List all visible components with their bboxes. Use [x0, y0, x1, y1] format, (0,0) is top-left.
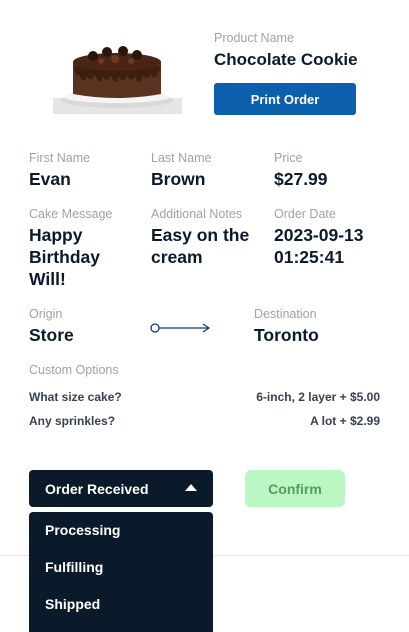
confirm-button[interactable]: Confirm: [245, 470, 345, 507]
first-name-value: Evan: [29, 169, 71, 189]
option-question: What size cake?: [29, 390, 122, 404]
order-date-value: 2023-09-13 01:25:41: [274, 225, 364, 267]
option-question: Any sprinkles?: [29, 414, 116, 428]
option-answer: A lot + $2.99: [310, 414, 380, 428]
last-name-label: Last Name: [151, 151, 212, 165]
additional-notes-label: Additional Notes: [151, 207, 243, 221]
product-name-label: Product Name: [214, 31, 294, 45]
status-selected-value: Order Received: [45, 480, 149, 497]
last-name-value: Brown: [151, 169, 206, 189]
option-answer: 6-inch, 2 layer + $5.00: [256, 390, 380, 404]
destination-label: Destination: [254, 307, 317, 321]
price-label: Price: [274, 151, 303, 165]
origin-label: Origin: [29, 307, 63, 321]
first-name-label: First Name: [29, 151, 91, 165]
order-date-label: Order Date: [274, 207, 336, 221]
status-dropdown-menu: Processing Fulfilling Shipped: [29, 512, 213, 632]
menu-item-processing[interactable]: Processing: [45, 522, 120, 538]
price-value: $27.99: [274, 169, 328, 189]
status-select[interactable]: Order Received: [29, 470, 213, 507]
cake-message-value: Happy Birthday Will!: [29, 225, 100, 289]
menu-item-shipped[interactable]: Shipped: [45, 596, 100, 612]
caret-up-icon: [185, 484, 197, 491]
menu-item-fulfilling[interactable]: Fulfilling: [45, 559, 103, 575]
cake-image: [53, 40, 182, 114]
cake-message-label: Cake Message: [29, 207, 113, 221]
additional-notes-value: Easy on the cream: [151, 225, 250, 267]
print-order-button[interactable]: Print Order: [214, 83, 356, 115]
custom-options-label: Custom Options: [29, 363, 119, 377]
product-name: Chocolate Cookie: [214, 50, 358, 69]
origin-value: Store: [29, 325, 74, 345]
route-arrow-icon: [150, 323, 211, 333]
destination-value: Toronto: [254, 325, 319, 345]
